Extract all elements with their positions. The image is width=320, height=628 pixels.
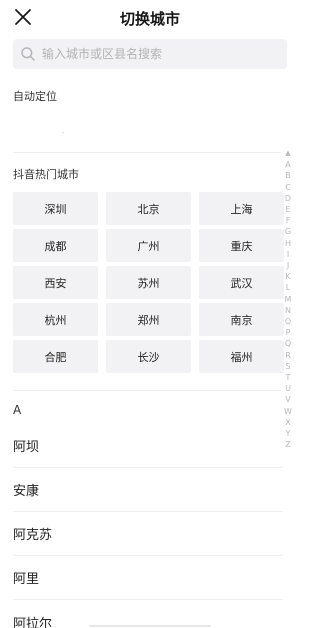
header: 切换城市 — [0, 0, 300, 36]
city-list-item[interactable]: 阿克苏 — [13, 512, 283, 556]
index-letter[interactable]: O — [285, 316, 291, 327]
index-letter[interactable]: S — [285, 361, 290, 372]
city-list-item[interactable]: 安康 — [13, 468, 283, 512]
hot-cities-grid: 深圳 北京 上海 成都 广州 重庆 西安 苏州 武汉 杭州 郑州 南京 合肥 长… — [13, 192, 284, 373]
up-arrow-icon[interactable]: ▲ — [285, 148, 290, 159]
hot-city-button[interactable]: 广州 — [106, 229, 191, 262]
city-list-item[interactable]: 阿坝 — [13, 424, 283, 468]
index-letter[interactable]: H — [285, 238, 291, 249]
city-list: 阿坝 安康 阿克苏 阿里 阿拉尔 — [13, 424, 283, 628]
hot-city-button[interactable]: 深圳 — [13, 192, 98, 225]
auto-locate-label: 自动定位 — [13, 90, 57, 103]
section-letter-header: A — [13, 403, 22, 417]
hot-city-button[interactable]: 上海 — [199, 192, 284, 225]
divider — [13, 152, 281, 153]
index-letter[interactable]: X — [285, 417, 290, 428]
hot-city-button[interactable]: 福州 — [199, 340, 284, 373]
index-letter[interactable]: B — [285, 170, 291, 181]
city-list-item[interactable]: 阿里 — [13, 556, 283, 600]
divider — [13, 390, 281, 391]
hot-city-button[interactable]: 成都 — [13, 229, 98, 262]
auto-locate-placeholder — [62, 132, 64, 133]
hot-city-button[interactable]: 南京 — [199, 303, 284, 336]
hot-city-button[interactable]: 郑州 — [106, 303, 191, 336]
hot-city-button[interactable]: 重庆 — [199, 229, 284, 262]
index-letter[interactable]: Y — [286, 428, 291, 439]
index-letter[interactable]: M — [285, 294, 292, 305]
hot-city-button[interactable]: 苏州 — [106, 266, 191, 299]
index-letter[interactable]: A — [285, 159, 290, 170]
index-letter[interactable]: V — [285, 394, 290, 405]
page-title: 切换城市 — [119, 10, 180, 28]
index-letter[interactable]: R — [285, 350, 291, 361]
index-letter[interactable]: Q — [285, 338, 291, 349]
home-indicator — [89, 625, 211, 627]
index-letter[interactable]: K — [285, 271, 290, 282]
city-list-item[interactable]: 阿拉尔 — [13, 600, 283, 628]
index-letter[interactable]: U — [285, 383, 291, 394]
index-letter[interactable]: F — [286, 215, 291, 226]
index-letter[interactable]: E — [285, 204, 290, 215]
alphabet-index[interactable]: ▲ A B C D E F G H I J K L M N O P Q R S … — [282, 148, 294, 450]
index-letter[interactable]: G — [285, 226, 291, 237]
index-letter[interactable]: Z — [285, 439, 290, 450]
hot-city-button[interactable]: 北京 — [106, 192, 191, 225]
index-letter[interactable]: J — [287, 260, 289, 271]
hot-city-button[interactable]: 西安 — [13, 266, 98, 299]
index-letter[interactable]: D — [285, 193, 291, 204]
hot-cities-title: 抖音热门城市 — [13, 168, 79, 181]
index-letter[interactable]: N — [285, 305, 291, 316]
index-letter[interactable]: T — [286, 372, 291, 383]
index-letter[interactable]: L — [286, 282, 290, 293]
index-letter[interactable]: P — [286, 327, 291, 338]
hot-city-button[interactable]: 武汉 — [199, 266, 284, 299]
index-letter[interactable]: W — [284, 406, 292, 417]
search-input[interactable] — [42, 47, 272, 61]
search-bar[interactable] — [13, 39, 287, 69]
hot-city-button[interactable]: 合肥 — [13, 340, 98, 373]
index-letter[interactable]: I — [287, 249, 289, 260]
hot-city-button[interactable]: 长沙 — [106, 340, 191, 373]
index-letter[interactable]: C — [285, 182, 291, 193]
hot-city-button[interactable]: 杭州 — [13, 303, 98, 336]
search-icon — [21, 47, 35, 61]
